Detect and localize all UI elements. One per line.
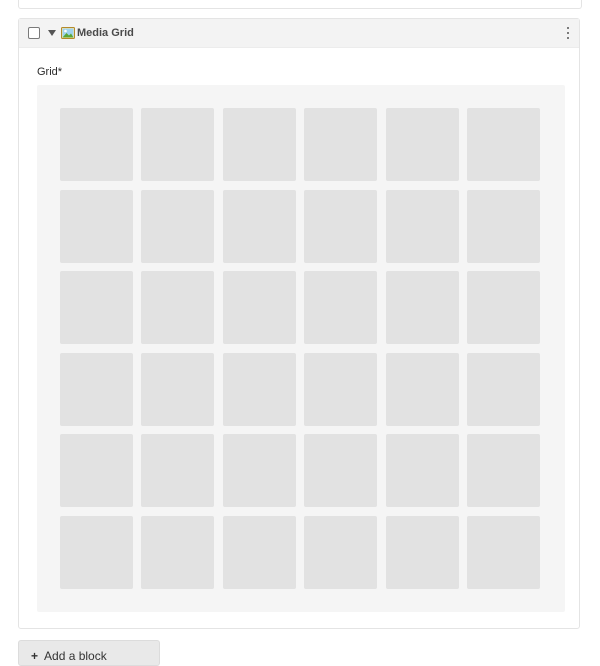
grid-cell[interactable] <box>467 108 540 181</box>
grid-cell[interactable] <box>386 353 459 426</box>
grid-cell[interactable] <box>141 353 214 426</box>
grid-cell[interactable] <box>223 190 296 263</box>
kebab-menu-icon[interactable] <box>565 27 571 39</box>
block-select-checkbox[interactable] <box>28 27 40 39</box>
media-grid-block: Media Grid Grid* <box>18 18 580 629</box>
grid-cell[interactable] <box>60 108 133 181</box>
grid-cell[interactable] <box>141 108 214 181</box>
grid-cell[interactable] <box>141 516 214 589</box>
grid-cell[interactable] <box>386 434 459 507</box>
grid-cell[interactable] <box>304 190 377 263</box>
grid-cell[interactable] <box>223 353 296 426</box>
grid-cell[interactable] <box>304 516 377 589</box>
grid-cell[interactable] <box>304 434 377 507</box>
grid-cell[interactable] <box>60 434 133 507</box>
grid-cell[interactable] <box>223 108 296 181</box>
grid-cell[interactable] <box>386 108 459 181</box>
grid-field-label: Grid* <box>37 66 63 78</box>
plus-icon: + <box>31 649 39 663</box>
grid-cell[interactable] <box>141 434 214 507</box>
collapse-caret-icon[interactable] <box>48 30 56 36</box>
grid-cell[interactable] <box>223 516 296 589</box>
grid-cell[interactable] <box>467 190 540 263</box>
grid-cell[interactable] <box>467 434 540 507</box>
grid-cell[interactable] <box>467 271 540 344</box>
grid-cell[interactable] <box>386 190 459 263</box>
add-block-button[interactable]: + Add a block <box>18 640 160 666</box>
grid-cell[interactable] <box>141 271 214 344</box>
grid-cell[interactable] <box>386 271 459 344</box>
grid-cell[interactable] <box>467 516 540 589</box>
grid-cell[interactable] <box>223 271 296 344</box>
block-title: Media Grid <box>77 27 134 39</box>
grid-cell[interactable] <box>223 434 296 507</box>
block-header: Media Grid <box>19 19 579 48</box>
grid-cell[interactable] <box>304 353 377 426</box>
grid-cell[interactable] <box>60 353 133 426</box>
grid-cell[interactable] <box>60 516 133 589</box>
grid-cell[interactable] <box>304 271 377 344</box>
media-grid[interactable] <box>37 85 565 612</box>
grid-cell[interactable] <box>304 108 377 181</box>
grid-cell[interactable] <box>467 353 540 426</box>
grid-cell[interactable] <box>141 190 214 263</box>
grid-cell[interactable] <box>386 516 459 589</box>
grid-cell[interactable] <box>60 271 133 344</box>
previous-block-card <box>18 0 582 9</box>
add-block-label: Add a block <box>44 649 107 663</box>
grid-cell[interactable] <box>60 190 133 263</box>
image-icon <box>61 27 75 39</box>
